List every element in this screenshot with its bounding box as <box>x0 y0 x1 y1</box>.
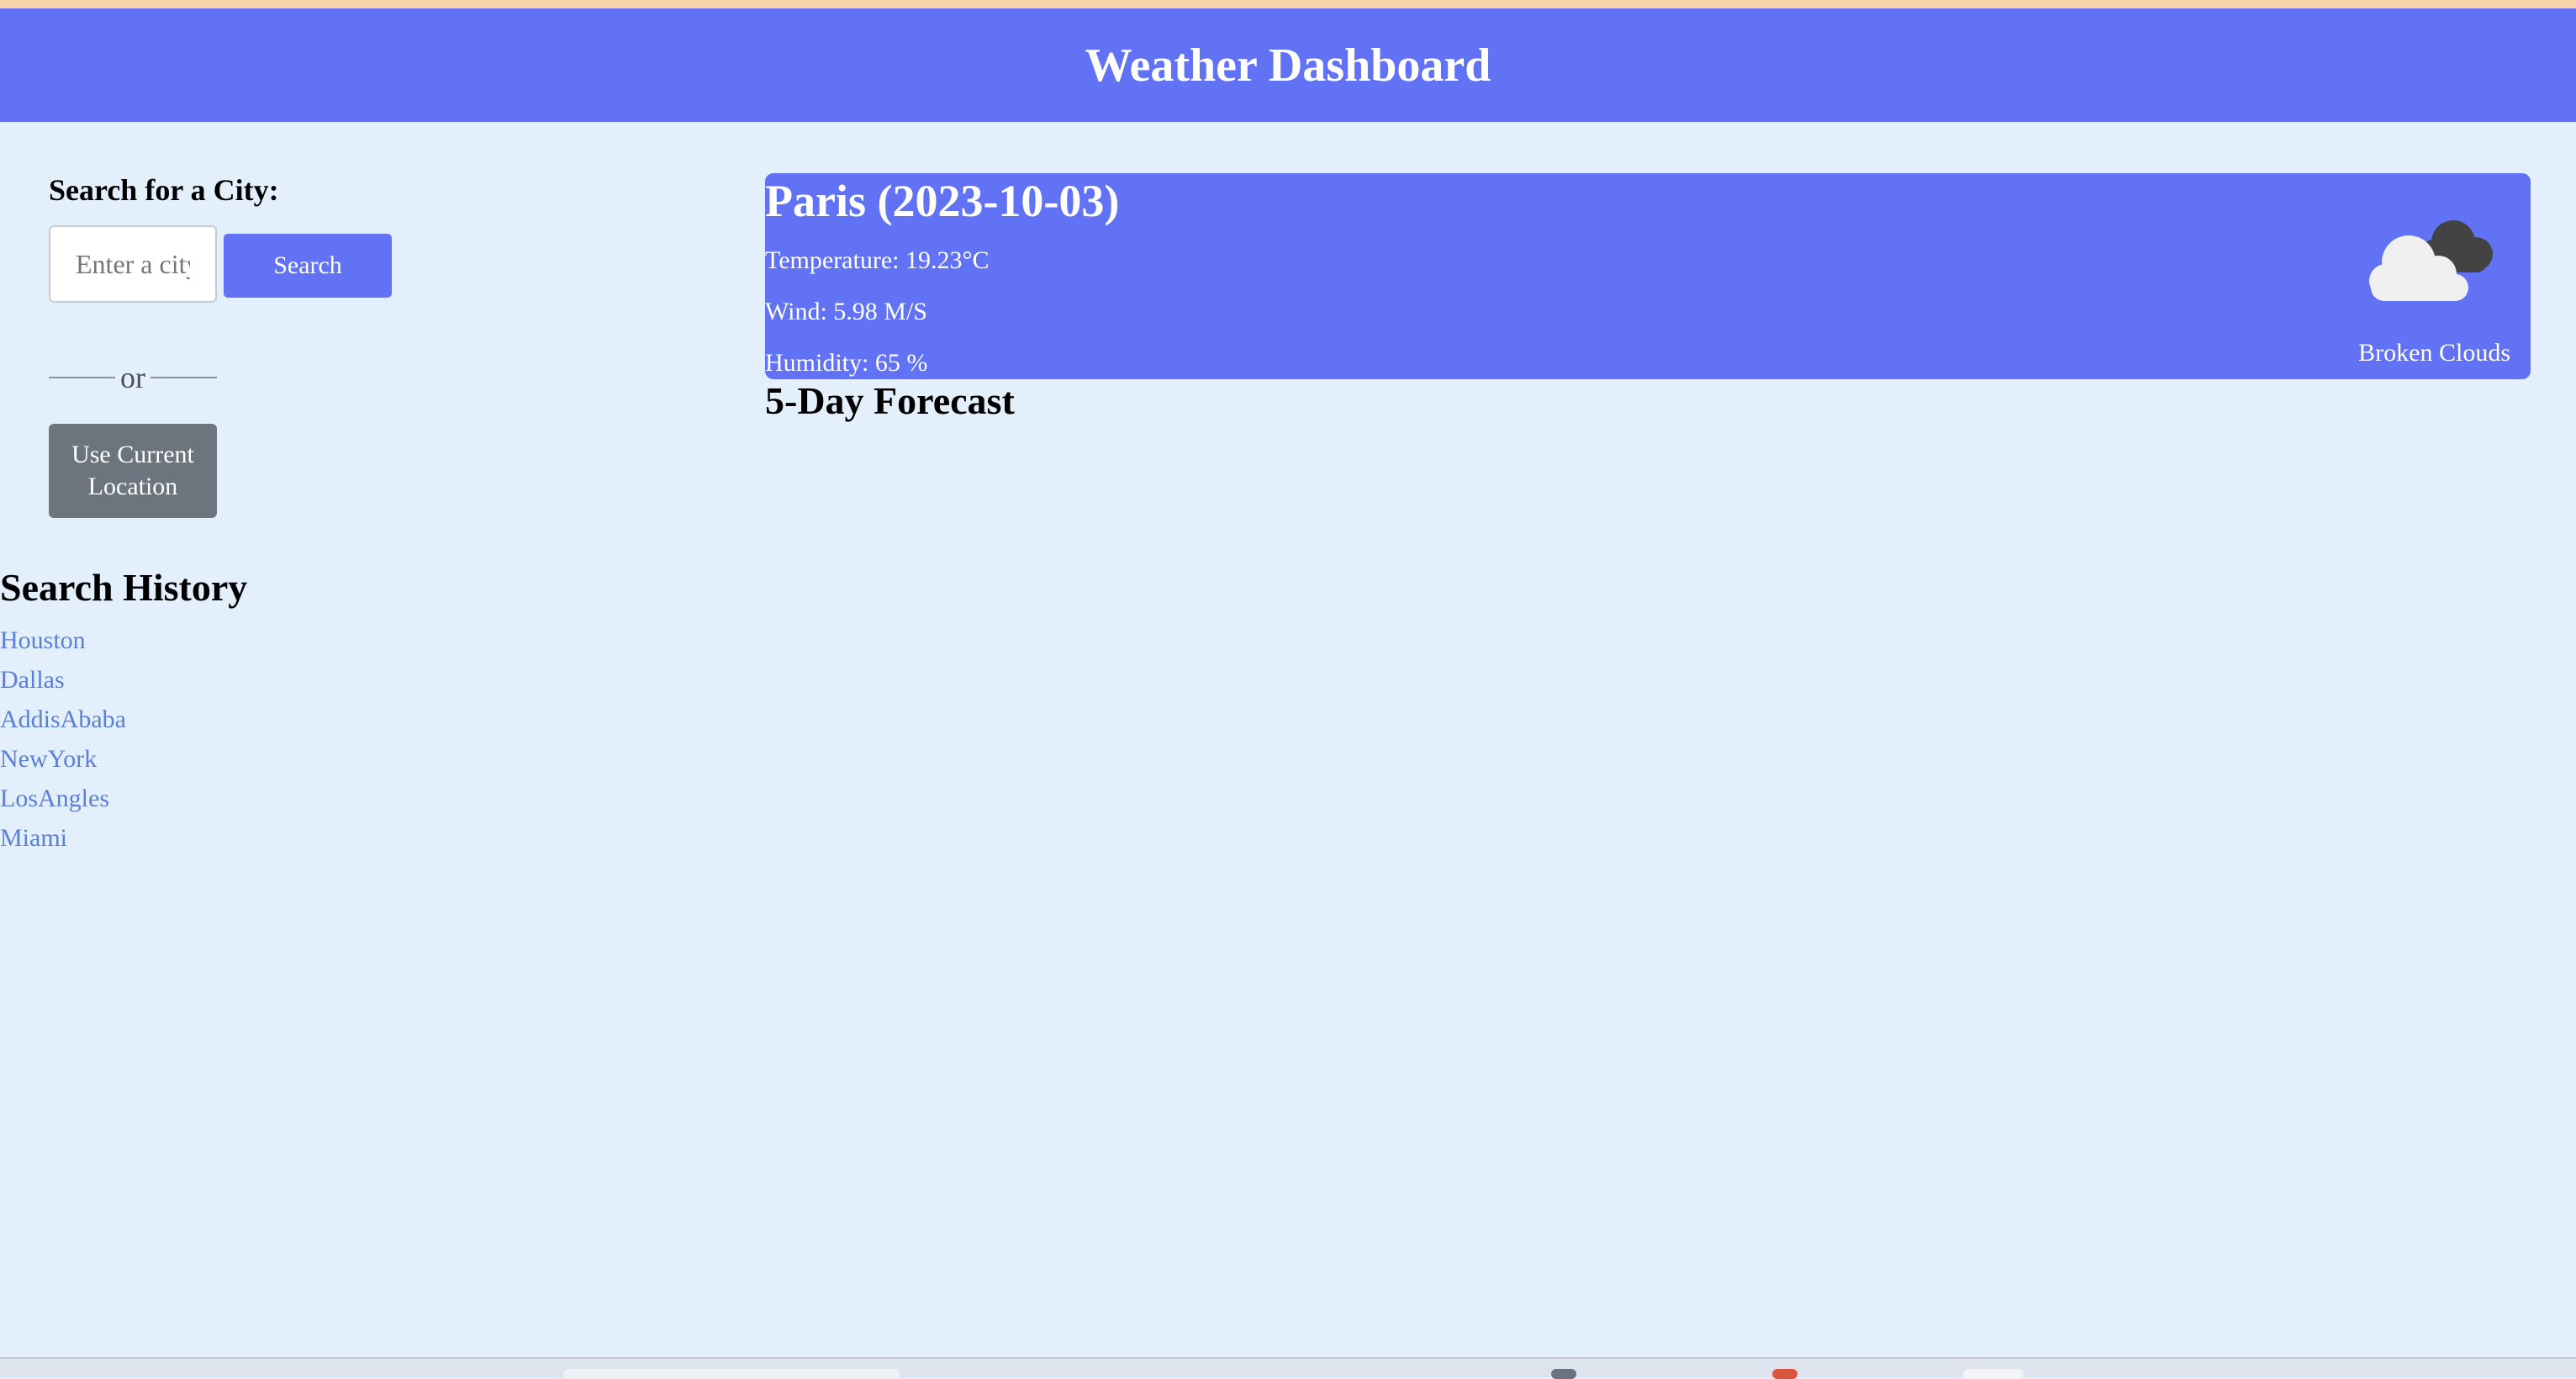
or-divider: or <box>49 357 217 399</box>
use-current-location-button[interactable]: Use Current Location <box>49 424 217 518</box>
taskbar-item <box>1963 1369 2024 1379</box>
history-item-newyork[interactable]: NewYork <box>0 739 126 779</box>
app-header: Weather Dashboard <box>0 8 2576 122</box>
broken-clouds-icon <box>2369 220 2493 301</box>
top-accent-strip <box>0 0 2576 8</box>
current-weather-card: Paris (2023-10-03) Temperature: 19.23°C … <box>765 173 2531 379</box>
search-history-list: Houston Dallas AddisAbaba NewYork LosAng… <box>0 621 126 858</box>
weather-description: Broken Clouds <box>2358 339 2510 367</box>
divider-line-right <box>150 377 217 378</box>
app-title: Weather Dashboard <box>1085 39 1491 92</box>
divider-line-left <box>49 377 115 378</box>
search-history-title: Search History <box>0 566 248 609</box>
forecast-title: 5-Day Forecast <box>765 379 1015 422</box>
history-item-losangles[interactable]: LosAngles <box>0 779 126 818</box>
city-search-input[interactable] <box>49 225 217 303</box>
city-date-title: Paris (2023-10-03) <box>765 176 1120 226</box>
temperature-stat: Temperature: 19.23°C <box>765 246 990 274</box>
taskbar-icon <box>1551 1369 1576 1379</box>
history-item-addisababa[interactable]: AddisAbaba <box>0 700 126 739</box>
search-button[interactable]: Search <box>224 234 392 298</box>
or-text: or <box>120 361 145 394</box>
history-item-dallas[interactable]: Dallas <box>0 660 126 700</box>
history-item-houston[interactable]: Houston <box>0 621 126 660</box>
search-label: Search for a City: <box>49 173 279 207</box>
taskbar-strip <box>0 1357 2576 1379</box>
wind-stat: Wind: 5.98 M/S <box>765 298 927 325</box>
taskbar-item <box>563 1369 900 1379</box>
history-item-miami[interactable]: Miami <box>0 818 126 858</box>
humidity-stat: Humidity: 65 % <box>765 349 928 377</box>
taskbar-icon <box>1772 1369 1797 1379</box>
